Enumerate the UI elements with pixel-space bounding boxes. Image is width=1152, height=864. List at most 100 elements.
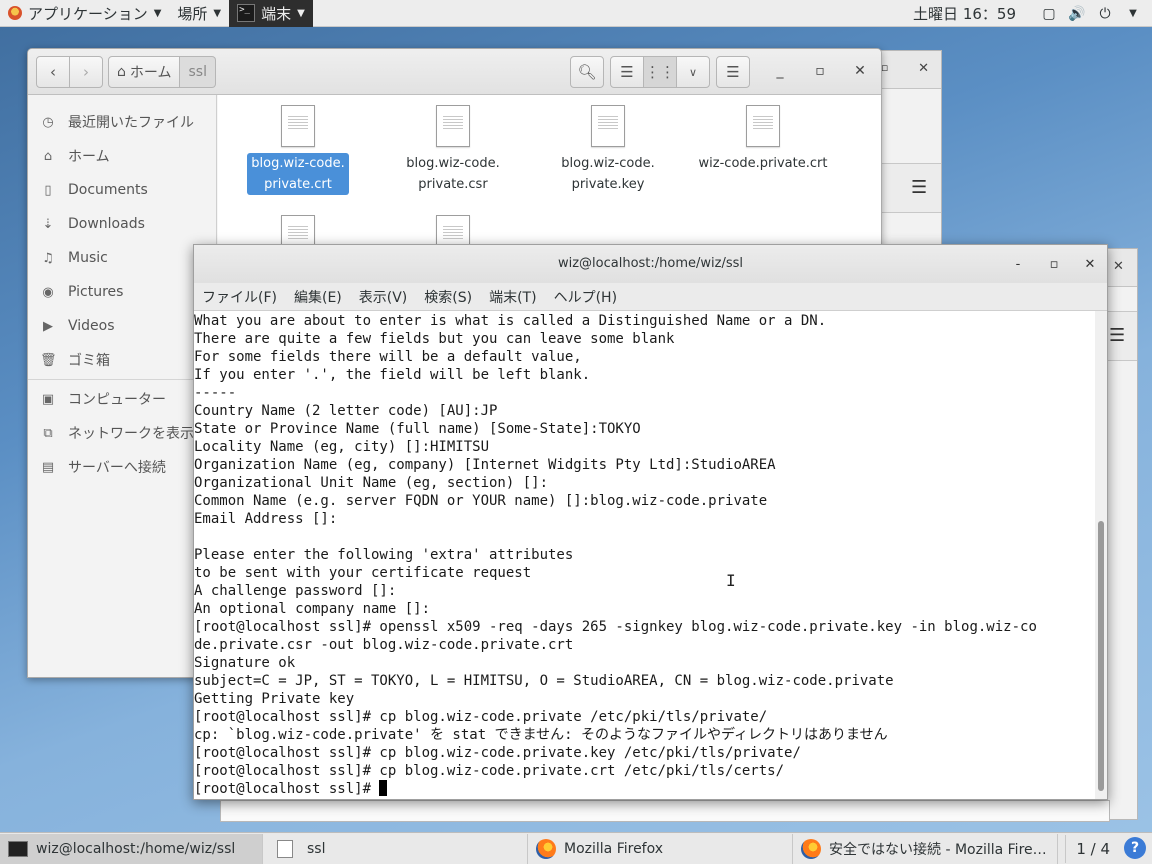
text-file-icon (436, 105, 470, 147)
screen-icon[interactable]: ▢ (1040, 5, 1058, 23)
background-window-3 (220, 800, 1110, 822)
terminal-cursor (379, 780, 388, 796)
terminal-line: [root@localhost ssl]# cp blog.wiz-code.p… (194, 708, 1095, 726)
help-icon[interactable]: ? (1124, 837, 1146, 859)
scrollbar-thumb[interactable] (1098, 521, 1104, 791)
terminal-line-text: A challenge password []: (194, 583, 397, 599)
task-terminal[interactable]: wiz@localhost:/home/wiz/ssl (0, 833, 263, 864)
maximize-icon: ▫ (815, 63, 825, 79)
sidebar-item[interactable]: ▯ Documents (28, 173, 216, 207)
sidebar-item[interactable]: ◷ 最近開いたファイル (28, 105, 216, 139)
breadcrumb-current[interactable]: ssl (180, 56, 216, 88)
file-item[interactable]: blog.wiz-code. private.csr (383, 95, 523, 195)
applications-menu[interactable]: アプリケーション ▼ (0, 0, 169, 27)
forward-button[interactable]: › (69, 56, 103, 88)
terminal-menu-item[interactable]: 表示(V) (359, 287, 408, 307)
chevron-down-icon: ▼ (297, 7, 305, 19)
list-view-button[interactable]: ☰ (610, 56, 644, 88)
minimize-button[interactable]: _ (770, 61, 790, 81)
close-icon[interactable]: ✕ (918, 61, 929, 76)
menu-icon[interactable]: ☰ (1109, 325, 1125, 346)
file-item[interactable]: blog.wiz-code. private.crt (228, 95, 368, 195)
firefox-icon (801, 838, 821, 859)
terminal-line-text: An optional company name []: (194, 601, 431, 617)
file-name-line: blog.wiz-code. (251, 156, 345, 171)
maximize-button[interactable]: ▫ (1044, 254, 1064, 274)
workspace-pager[interactable]: 1 / 4 (1065, 835, 1120, 863)
file-item[interactable]: blog.wiz-code. private.key (538, 95, 678, 195)
window-list: wiz@localhost:/home/wiz/ssl ssl Mozilla … (0, 832, 1152, 864)
power-icon[interactable]: ⏻ (1096, 5, 1114, 23)
terminal-line-text: Organization Name (eg, company) [Interne… (194, 457, 776, 473)
terminal-menu-item[interactable]: ヘルプ(H) (554, 287, 617, 307)
terminal-line-text: Signature ok (194, 655, 296, 671)
task-files[interactable]: ssl (263, 833, 528, 864)
close-button[interactable]: ✕ (1080, 254, 1100, 274)
terminal-menu-item[interactable]: ファイル(F) (202, 287, 277, 307)
text-file-icon (746, 105, 780, 147)
workspace-indicator: 1 / 4 (1076, 840, 1110, 858)
back-button[interactable]: ‹ (36, 56, 70, 88)
terminal-line-text: There are quite a few fields but you can… (194, 331, 675, 347)
terminal-window[interactable]: wiz@localhost:/home/wiz/ssl - ▫ ✕ ファイル(F… (193, 244, 1108, 800)
sidebar-item[interactable]: ▶ Videos (28, 309, 216, 343)
sidebar-item[interactable]: ⇣ Downloads (28, 207, 216, 241)
view-options-button[interactable]: ∨ (676, 56, 710, 88)
minimize-icon: _ (776, 63, 784, 79)
terminal-titlebar[interactable]: wiz@localhost:/home/wiz/ssl (194, 245, 1107, 283)
search-icon: 🔍︎ (577, 63, 597, 81)
sidebar-item-label: ネットワークを表示 (68, 426, 194, 442)
sidebar-item[interactable]: ◉ Pictures (28, 275, 216, 309)
terminal-line: [root@localhost ssl]# cp blog.wiz-code.p… (194, 762, 1095, 780)
grid-view-button[interactable]: ⋮⋮ (643, 56, 677, 88)
terminal-line: Common Name (e.g. server FQDN or YOUR na… (194, 492, 1095, 510)
places-menu[interactable]: 場所 ▼ (169, 0, 229, 27)
breadcrumb-home-label: ホーム (129, 65, 172, 81)
terminal-menu-item[interactable]: 端末(T) (489, 287, 536, 307)
task-firefox[interactable]: Mozilla Firefox (528, 833, 793, 864)
gnome-foot-icon (8, 6, 22, 20)
volume-icon[interactable]: 🔊 (1068, 5, 1086, 23)
download-icon: ⇣ (42, 216, 54, 232)
task-label: 安全ではない接続 - Mozilla Fire… (829, 841, 1047, 858)
home-icon: ⌂ (43, 148, 53, 164)
task-firefox-2[interactable]: 安全ではない接続 - Mozilla Fire… (793, 833, 1058, 864)
terminal-app-menu[interactable]: >_ 端末 ▼ (229, 0, 313, 27)
menu-icon[interactable]: ☰ (911, 177, 927, 198)
file-item[interactable]: wiz-code.private.crt (693, 95, 833, 174)
close-button[interactable]: ✕ (850, 61, 870, 81)
terminal-scrollbar[interactable] (1095, 311, 1107, 799)
terminal-line-text: Getting Private key (194, 691, 355, 707)
terminal-menu-item[interactable]: 検索(S) (424, 287, 472, 307)
sidebar-item-label: Pictures (68, 284, 124, 300)
sidebar-item[interactable]: ♫ Music (28, 241, 216, 275)
terminal-line: An optional company name []: (194, 600, 1095, 618)
terminal-menu-item[interactable]: 編集(E) (294, 287, 342, 307)
terminal-line: Organization Name (eg, company) [Interne… (194, 456, 1095, 474)
close-icon[interactable]: ✕ (1113, 259, 1124, 274)
sidebar-item-label: Documents (68, 182, 148, 198)
document-icon: ▯ (44, 182, 52, 198)
terminal-line: For some fields there will be a default … (194, 348, 1095, 366)
clock[interactable]: 土曜日 16：59 (913, 3, 1016, 24)
sidebar-item[interactable]: ⌂ ホーム (28, 139, 216, 173)
terminal-line-text: [root@localhost ssl]# cp blog.wiz-code.p… (194, 763, 785, 779)
terminal-line: Locality Name (eg, city) []:HIMITSU (194, 438, 1095, 456)
terminal-line-text: Organizational Unit Name (eg, section) [… (194, 475, 549, 491)
menu-button[interactable]: ☰ (716, 56, 750, 88)
sidebar-item[interactable]: 🗑︎ ゴミ箱 (28, 343, 216, 377)
sidebar-item[interactable]: ▤ サーバーへ接続 (28, 450, 216, 484)
search-button[interactable]: 🔍︎ (570, 56, 604, 88)
terminal-line: to be sent with your certificate request (194, 564, 1095, 582)
maximize-icon[interactable]: ▫ (881, 61, 888, 74)
breadcrumb-home[interactable]: ⌂ ホーム (108, 56, 181, 88)
file-name-line: blog.wiz-code. (561, 156, 655, 171)
chevron-down-icon[interactable]: ▼ (1124, 5, 1142, 23)
sidebar-item[interactable]: ⧉ ネットワークを表示 (28, 416, 216, 450)
maximize-button[interactable]: ▫ (810, 61, 830, 81)
terminal-line: Please enter the following 'extra' attri… (194, 546, 1095, 564)
sidebar-item[interactable]: ▣ コンピューター (28, 382, 216, 416)
terminal-output[interactable]: What you are about to enter is what is c… (194, 311, 1095, 799)
chevron-down-icon: ▼ (153, 7, 162, 19)
minimize-button[interactable]: - (1008, 254, 1028, 274)
